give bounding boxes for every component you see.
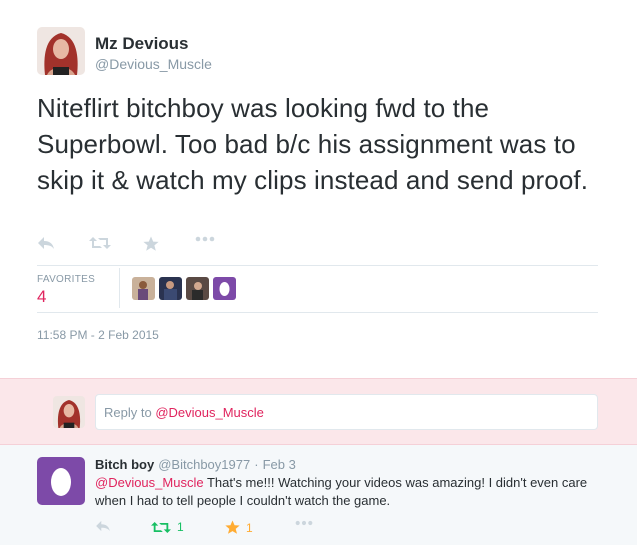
avatar[interactable]	[37, 27, 85, 75]
favoriter-avatars	[132, 277, 236, 300]
favorites-label: FAVORITES	[37, 274, 96, 285]
favoriter-avatar[interactable]	[213, 277, 236, 300]
favorite-icon[interactable]	[143, 236, 159, 252]
reply-text-mention[interactable]: @Devious_Muscle	[95, 475, 204, 490]
author-name[interactable]: Mz Devious	[95, 34, 189, 54]
reply-author-line: Bitch boy @Bitchboy1977 · Feb 3	[95, 457, 296, 472]
divider	[37, 265, 598, 266]
favorites-count[interactable]: 4	[37, 287, 46, 307]
reply-author-handle[interactable]: @Bitchboy1977	[158, 457, 250, 472]
tweet-text: Niteflirt bitchboy was looking fwd to th…	[37, 93, 589, 195]
reply-input[interactable]: Reply to @Devious_Muscle	[95, 394, 598, 430]
favoriter-avatar[interactable]	[132, 277, 155, 300]
favoriter-avatar[interactable]	[186, 277, 209, 300]
reply-prefix: Reply to	[104, 405, 156, 420]
reply-text: @Devious_Muscle That's me!!! Watching yo…	[95, 474, 595, 510]
favoriter-avatar[interactable]	[159, 277, 182, 300]
reply-icon[interactable]	[37, 236, 55, 250]
main-tweet: Mz Devious @Devious_Muscle Niteflirt bit…	[0, 0, 637, 378]
more-icon[interactable]	[195, 236, 215, 242]
reply-date[interactable]: Feb 3	[263, 457, 296, 472]
favorite-icon	[225, 520, 240, 534]
favorite-button[interactable]: 1	[225, 520, 253, 535]
reply-icon[interactable]	[95, 520, 111, 532]
author-handle[interactable]: @Devious_Muscle	[95, 56, 212, 72]
reply-bar: Reply to @Devious_Muscle	[0, 378, 637, 445]
retweet-icon	[151, 521, 171, 533]
divider	[37, 312, 598, 313]
reply-author-name[interactable]: Bitch boy	[95, 457, 154, 472]
retweet-count: 1	[177, 520, 184, 534]
reply-mention: @Devious_Muscle	[155, 405, 264, 420]
timestamp[interactable]: 11:58 PM - 2 Feb 2015	[37, 328, 159, 342]
avatar[interactable]	[37, 457, 85, 505]
avatar	[53, 396, 85, 428]
retweet-icon[interactable]	[89, 236, 111, 250]
favorite-count: 1	[246, 520, 253, 535]
retweet-button[interactable]: 1	[151, 520, 184, 534]
more-icon[interactable]	[295, 520, 313, 526]
divider	[119, 268, 120, 308]
reply-separator: ·	[254, 457, 259, 472]
